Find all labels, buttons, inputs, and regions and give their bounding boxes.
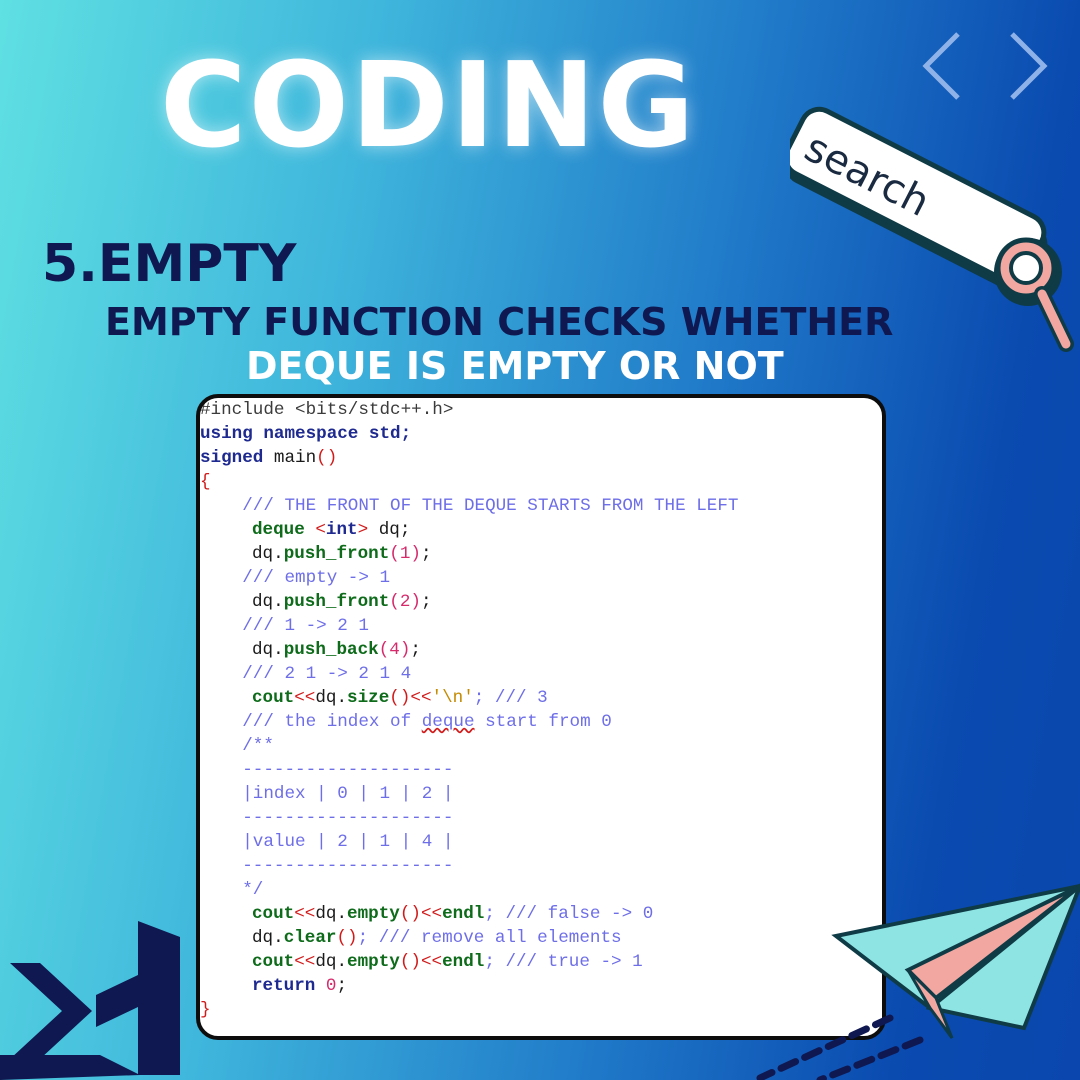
section-description-line2: DEQUE IS EMPTY OR NOT <box>246 344 784 388</box>
code-comment: -------------------- <box>200 760 454 780</box>
code-line: cout<<dq.size()<<'\n'; /// 3 <box>252 688 548 708</box>
code-line: #include <bits/stdc++.h> <box>200 400 454 420</box>
page-title: CODING <box>160 36 697 174</box>
code-comment: */ <box>200 880 264 900</box>
code-comment: -------------------- <box>200 856 454 876</box>
code-line: using namespace std; <box>200 424 412 444</box>
visual-studio-logo <box>0 921 180 1080</box>
code-line: dq.clear(); /// remove all elements <box>252 928 622 948</box>
code-line: { <box>200 472 211 492</box>
code-line: } <box>200 1000 211 1020</box>
section-heading: 5.EMPTY <box>42 234 297 294</box>
code-comment: /// 2 1 -> 2 1 4 <box>200 664 412 684</box>
code-comment: -------------------- <box>200 808 454 828</box>
code-comment: /// the index of deque start from 0 <box>200 712 612 732</box>
code-comment: |value | 2 | 1 | 4 | <box>200 832 454 852</box>
magnifier-icon <box>994 237 1074 352</box>
code-comment: /// empty -> 1 <box>200 568 391 588</box>
code-line: dq.push_front(1); <box>252 544 432 564</box>
code-line: signed main() <box>200 448 338 468</box>
code-comment: /// THE FRONT OF THE DEQUE STARTS FROM T… <box>200 496 739 516</box>
paper-plane-icon <box>756 883 1080 1080</box>
chevron-left-right-icon <box>922 32 1048 100</box>
section-description-line1: EMPTY FUNCTION CHECKS WHETHER <box>105 300 894 344</box>
code-comment: /// 1 -> 2 1 <box>200 616 369 636</box>
code-comment: /** <box>200 736 274 756</box>
code-line: deque <int> dq; <box>252 520 411 540</box>
code-line: dq.push_front(2); <box>252 592 432 612</box>
code-comment: |index | 0 | 1 | 2 | <box>200 784 454 804</box>
code-line: return 0; <box>252 976 348 996</box>
code-line: cout<<dq.empty()<<endl; /// true -> 1 <box>252 952 643 972</box>
code-line: dq.push_back(4); <box>252 640 421 660</box>
code-line: cout<<dq.empty()<<endl; /// false -> 0 <box>252 904 654 924</box>
